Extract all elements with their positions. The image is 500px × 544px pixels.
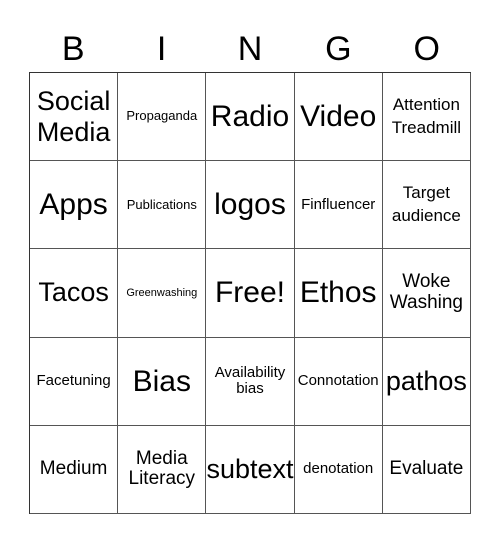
- bingo-cell[interactable]: Medium: [30, 425, 119, 514]
- cell-label: Bias: [132, 364, 191, 398]
- bingo-grid: Social Media Propaganda Radio Video Attentio…: [29, 72, 471, 514]
- cell-label: Ethos: [299, 276, 377, 310]
- cell-label: Media Literacy: [128, 447, 196, 490]
- cell-label: Woke Washing: [389, 271, 463, 313]
- cell-label: Medium: [39, 457, 108, 479]
- bingo-cell[interactable]: Propaganda: [118, 73, 207, 162]
- cell-label: Greenwashing: [126, 286, 198, 299]
- cell-label: Tacos: [38, 277, 109, 308]
- bingo-cell[interactable]: Publications: [118, 161, 207, 250]
- bingo-cell[interactable]: Woke Washing: [382, 249, 471, 338]
- cell-label: Apps: [39, 188, 108, 222]
- bingo-cell[interactable]: Facetuning: [30, 337, 119, 426]
- bingo-cell[interactable]: logos: [206, 161, 295, 250]
- bingo-cell[interactable]: Bias: [118, 337, 207, 426]
- bingo-cell[interactable]: Availability bias: [206, 337, 295, 426]
- cell-label: Evaluate: [389, 457, 464, 479]
- cell-label: denotation: [303, 460, 374, 478]
- bingo-header: B I N G O: [29, 28, 471, 70]
- bingo-cell[interactable]: pathos: [382, 337, 471, 426]
- bingo-cell[interactable]: Target audience: [382, 161, 471, 250]
- bingo-cell[interactable]: Tacos: [30, 249, 119, 338]
- bingo-cell[interactable]: Evaluate: [382, 425, 471, 514]
- bingo-cell[interactable]: denotation: [294, 425, 383, 514]
- bingo-cell[interactable]: Attention Treadmill: [382, 73, 471, 162]
- cell-label: subtext: [206, 453, 294, 484]
- cell-label: logos: [214, 188, 286, 222]
- bingo-cell[interactable]: Radio: [206, 73, 295, 162]
- bingo-cell[interactable]: Apps: [30, 161, 119, 250]
- bingo-cell[interactable]: Video: [294, 73, 383, 162]
- bingo-cell[interactable]: Greenwashing: [118, 249, 207, 338]
- cell-label: Facetuning: [36, 371, 111, 389]
- bingo-cell[interactable]: Finfluencer: [294, 161, 383, 250]
- header-letter-i: I: [156, 30, 167, 68]
- header-letter-g: G: [325, 30, 352, 68]
- cell-label: Availability bias: [214, 363, 286, 398]
- cell-label: Target audience: [391, 182, 461, 225]
- cell-label: Social Media: [36, 85, 111, 147]
- cell-label: Video: [300, 100, 377, 134]
- cell-label: Propaganda: [126, 108, 198, 124]
- bingo-cell[interactable]: Ethos: [294, 249, 383, 338]
- bingo-cell[interactable]: Media Literacy: [118, 425, 207, 514]
- cell-label: Free!: [214, 276, 285, 310]
- bingo-cell[interactable]: Social Media: [30, 73, 119, 162]
- header-letter-o: O: [413, 30, 440, 68]
- bingo-cell[interactable]: Connotation: [294, 337, 383, 426]
- cell-label: Connotation: [297, 371, 379, 389]
- cell-label: Radio: [210, 100, 290, 134]
- cell-label: Publications: [126, 196, 197, 212]
- header-letter-n: N: [237, 30, 263, 68]
- header-letter-b: B: [61, 30, 85, 68]
- cell-label: Finfluencer: [301, 195, 376, 213]
- bingo-cell[interactable]: Free!: [206, 249, 295, 338]
- cell-label: pathos: [385, 365, 467, 396]
- cell-label: Attention Treadmill: [391, 94, 462, 137]
- bingo-cell[interactable]: subtext: [206, 425, 295, 514]
